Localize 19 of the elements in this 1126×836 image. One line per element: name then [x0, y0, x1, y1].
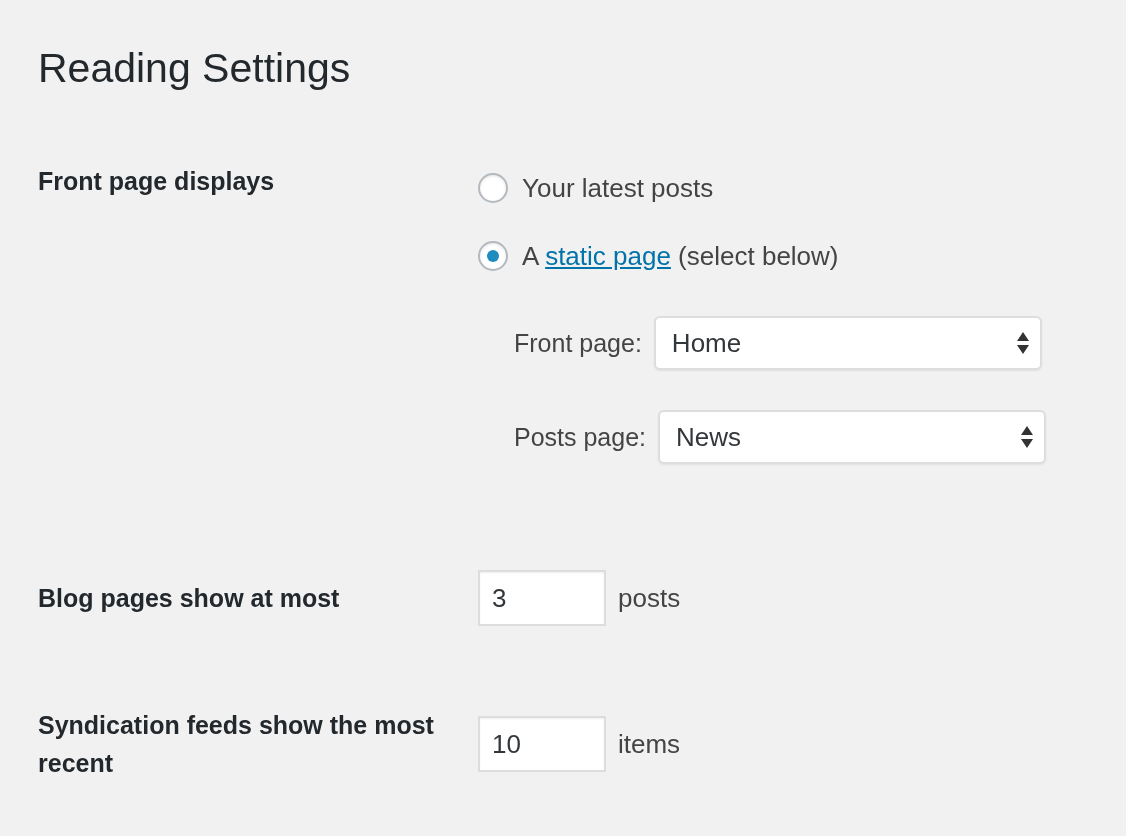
radio-label: Your latest posts: [522, 172, 714, 204]
page-select[interactable]: Home: [653, 316, 1042, 370]
radio-button[interactable]: [478, 241, 508, 271]
setting-label: Syndication feeds show the most recent: [38, 710, 435, 779]
page-select[interactable]: News: [658, 410, 1047, 464]
radio-button[interactable]: [478, 173, 508, 203]
setting-label: Front page displays: [38, 166, 276, 197]
unit-label: posts: [618, 582, 681, 614]
up-down-arrows-icon: [1020, 425, 1035, 449]
number-field[interactable]: 3: [478, 570, 606, 626]
page-title: Reading Settings: [38, 44, 352, 93]
select-label: Front page:: [514, 328, 642, 358]
number-field[interactable]: 10: [478, 716, 606, 772]
radio-label: A static page (select below): [522, 240, 839, 272]
up-down-arrows-icon: [1015, 331, 1030, 355]
setting-label: Blog pages show at most: [38, 583, 341, 614]
unit-label: items: [618, 728, 681, 760]
static-page-link[interactable]: static page: [545, 240, 671, 271]
select-label: Posts page:: [514, 422, 647, 452]
